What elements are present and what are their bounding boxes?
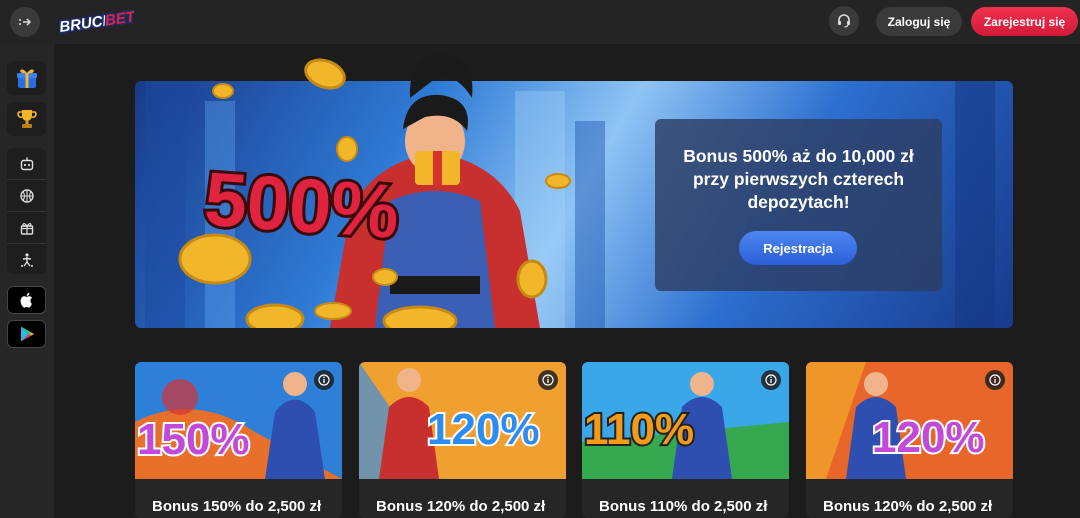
login-button[interactable]: Zaloguj się [876,7,962,36]
bonus-card[interactable]: 120% Bonus 120% do 2,500 zł [359,362,566,518]
robot-icon [20,157,33,170]
bonus-card-title: Bonus 110% do 2,500 zł [599,498,768,515]
bonus-info-button[interactable] [761,370,781,390]
sidebar-item-promotions[interactable] [7,212,46,243]
bonus-card-image: 110% [582,362,789,479]
bonus-card-image: 120% [806,362,1013,479]
apple-icon [20,292,32,308]
bonus-card[interactable]: 150% Bonus 150% do 2,500 zł [135,362,342,518]
sidebar-toggle-button[interactable] [10,7,40,37]
bonus-info-button[interactable] [538,370,558,390]
ios-app-button[interactable] [7,286,46,314]
svg-text:120%: 120% [427,405,540,454]
trophy-icon [16,110,37,128]
google-play-icon [20,326,34,342]
gift-box-icon [16,69,37,88]
brucebet-logo[interactable]: BRUCE BET [56,6,139,38]
bonus-card[interactable]: 110% Bonus 110% do 2,500 zł [582,362,789,518]
headset-icon [838,14,850,28]
register-button[interactable]: Zarejestruj się [971,7,1078,36]
sidebar-promo-trophy[interactable] [7,102,46,136]
hero-register-button[interactable]: Rejestracja [739,231,857,265]
svg-text:110%: 110% [584,405,694,454]
acrobat-icon [20,252,33,267]
hero-offer-title: Bonus 500% aż do 10,000 zł przy pierwszy… [683,146,914,212]
sidebar-item-tournaments[interactable] [7,244,46,275]
bonus-card-title: Bonus 120% do 2,500 zł [823,498,993,515]
gift-icon [20,222,33,235]
bonus-info-button[interactable] [314,370,334,390]
top-header: BRUCE BET Zaloguj się Zarejestruj się [0,0,1080,44]
info-icon [765,374,777,386]
bonus-card[interactable]: 120% Bonus 120% do 2,500 zł [806,362,1013,518]
sidebar-item-sports[interactable] [7,180,46,211]
info-icon [989,374,1001,386]
svg-text:120%: 120% [872,413,985,462]
info-icon [542,374,554,386]
sidebar-promo-gift[interactable] [7,61,46,95]
bonus-card-title: Bonus 120% do 2,500 zł [376,498,546,515]
hero-banner[interactable]: 500% Bonus 500% aż do 10,000 zł przy pie… [135,81,1013,328]
hero-head-overflow [409,54,473,98]
sidebar-toggle-icon [19,18,32,26]
svg-text:150%: 150% [137,415,250,464]
bonus-info-button[interactable] [985,370,1005,390]
svg-text:BET: BET [104,8,134,29]
hero-offer-card: Bonus 500% aż do 10,000 zł przy pierwszy… [655,119,942,291]
bonus-card-title: Bonus 150% do 2,500 zł [152,498,322,515]
support-button[interactable] [829,6,859,36]
hero-coin-overflow [304,58,346,90]
sidebar-nav-group [7,148,46,274]
hero-badge-text: 500% [202,157,402,255]
bonus-card-image: 120% [359,362,566,479]
basketball-icon [19,188,34,203]
bonus-card-image: 150% [135,362,342,479]
info-icon [318,374,330,386]
left-sidebar [0,44,54,518]
android-app-button[interactable] [7,320,46,348]
sidebar-item-ai[interactable] [7,148,46,179]
